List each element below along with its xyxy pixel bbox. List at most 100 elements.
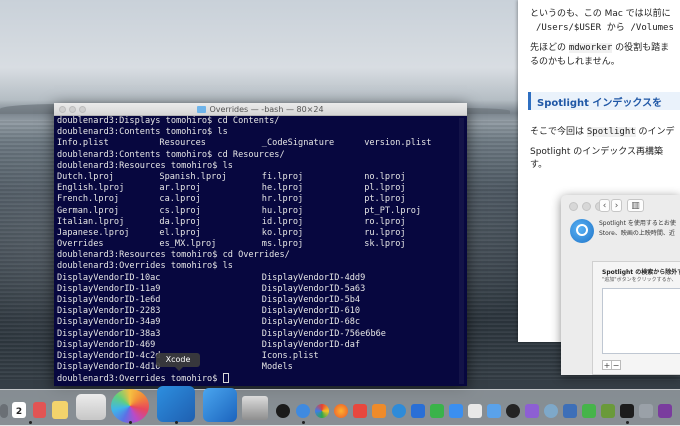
forward-button[interactable]: › — [611, 199, 622, 212]
utility-icon[interactable] — [563, 404, 577, 418]
article-paragraph: るのかもしれません。 — [530, 56, 620, 69]
terminal-line: DisplayVendorID-38a3 DisplayVendorID-756e… — [57, 329, 458, 340]
terminal-cell: Spanish.lproj — [159, 172, 226, 183]
terminal-line: Info.plistResources_CodeSignatureversion… — [57, 138, 458, 149]
dock-app-icon[interactable] — [0, 404, 8, 418]
finder-window-icon[interactable] — [487, 404, 501, 418]
terminal-cell: DisplayVendorID-4c2d — [57, 351, 160, 362]
terminal-cell: DisplayVendorID-68c — [262, 317, 360, 328]
terminal-cell: Info.plist — [57, 138, 109, 149]
terminal-titlebar[interactable]: Overrides — -bash — 80×24 — [54, 103, 467, 116]
itunes-icon[interactable] — [392, 404, 406, 418]
terminal-cell: sk.lproj — [364, 239, 405, 250]
instruments-icon[interactable] — [203, 388, 237, 422]
sublime-icon[interactable] — [601, 404, 615, 418]
terminal-cell: DisplayVendorID-5a63 — [262, 284, 365, 295]
terminal-line: DisplayVendorID-469DisplayVendorID-daf — [57, 340, 458, 351]
terminal-cell: DisplayVendorID-469 — [57, 340, 155, 351]
close-button[interactable] — [569, 202, 578, 211]
printer-icon[interactable] — [242, 396, 268, 420]
chrome-icon[interactable] — [315, 404, 329, 418]
terminal-cell: DisplayVendorID-5b4 — [262, 295, 360, 306]
terminal-line: French.lprojca.lprojhr.lprojpt.lprojtr.l… — [57, 194, 458, 205]
photos-icon[interactable] — [111, 389, 149, 423]
terminal-line: DisplayVendorID-2283 DisplayVendorID-610 — [57, 306, 458, 317]
music-icon[interactable] — [353, 404, 367, 418]
terminal-line: doublenard3:Resources tomohiro$ cd Overr… — [57, 250, 458, 261]
section-heading: Spotlight インデックスを — [528, 92, 680, 110]
terminal-cell: ru.lproj — [364, 228, 405, 239]
excluded-folders-list[interactable] — [602, 288, 680, 354]
calendar-icon[interactable]: 2 — [12, 402, 26, 418]
terminal-cell: DisplayVendorID-4dd9 — [262, 273, 365, 284]
spotlight-icon — [570, 219, 594, 243]
network-icon[interactable] — [544, 404, 558, 418]
minimize-button[interactable] — [582, 202, 591, 211]
terminal-line: doublenard3:Resources tomohiro$ ls — [57, 161, 458, 172]
article-paragraph: そこで今回は Spotlight のインデ — [530, 126, 675, 139]
terminal-cell: no.lproj — [364, 172, 405, 183]
terminal-cell: DisplayVendorID-610 — [262, 306, 360, 317]
terminal-cell: Italian.lproj — [57, 217, 124, 228]
terminal-cell: Icons.plist — [262, 351, 319, 362]
terminal-cell: Japanese.lproj — [57, 228, 129, 239]
privacy-title: Spotlight の検索から除外す — [602, 267, 680, 276]
xcode-icon[interactable] — [157, 386, 195, 422]
numbers-icon[interactable] — [430, 404, 444, 418]
terminal-icon[interactable] — [620, 404, 634, 418]
terminal-cell: da.lproj — [159, 217, 200, 228]
terminal-cell: ms.lproj — [262, 239, 303, 250]
terminal-cell: cs.lproj — [159, 206, 200, 217]
evernote-icon[interactable] — [582, 404, 596, 418]
github-icon[interactable] — [506, 404, 520, 418]
terminal-cell: doublenard3:Resources tomohiro$ cd Overr… — [57, 250, 290, 261]
onenote-icon[interactable] — [658, 404, 672, 418]
terminal-cell: DisplayVendorID-34a9 — [57, 317, 160, 328]
terminal-cell: DisplayVendorID-38a3 — [57, 329, 160, 340]
terminal-cell: pt.lproj — [364, 194, 405, 205]
privacy-panel: Spotlight の検索から除外す "追加"ボタンをクリックするか、 + − — [592, 261, 680, 375]
running-indicator — [29, 421, 32, 424]
terminal-cell: pt_PT.lproj — [364, 206, 421, 217]
image-capture-icon[interactable] — [468, 404, 482, 418]
terminal-cell: DisplayVendorID-756e6b6e — [262, 329, 386, 340]
terminal-line: DisplayVendorID-34a9 DisplayVendorID-68c — [57, 317, 458, 328]
terminal-cell: French.lproj — [57, 194, 119, 205]
reminders-icon[interactable] — [33, 402, 46, 418]
help-icon[interactable] — [639, 404, 653, 418]
keynote-icon[interactable] — [411, 404, 425, 418]
article-paragraph: /Users/$USER から /Volumes — [536, 22, 674, 35]
safari-icon[interactable] — [296, 404, 310, 418]
terminal-line: English.lprojar.lprojhe.lprojpl.lprojth.… — [57, 183, 458, 194]
terminal-cell: DisplayVendorID-2283 — [57, 306, 160, 317]
atom-icon[interactable] — [525, 404, 539, 418]
article-paragraph: 先ほどの mdworker の役割も踏ま — [530, 42, 669, 55]
terminal-cell: pl.lproj — [364, 183, 405, 194]
terminal-cell: ko.lproj — [262, 228, 303, 239]
terminal-line: DisplayVendorID-4c2d Icons.plist — [57, 351, 458, 362]
terminal-cell: DisplayVendorID-11a9 — [57, 284, 160, 295]
terminal-scrollbar[interactable] — [459, 118, 464, 384]
terminal-line: doublenard3:Displays tomohiro$ cd Conten… — [57, 116, 458, 127]
terminal-output[interactable]: doublenard3:Displays tomohiro$ cd Conten… — [57, 116, 458, 384]
notes-icon[interactable] — [52, 401, 68, 419]
terminal-cell: doublenard3:Displays tomohiro$ cd Conten… — [57, 116, 279, 127]
show-all-grid-button[interactable]: ▥ — [627, 199, 644, 212]
preview-icon[interactable] — [76, 394, 106, 420]
books-icon[interactable] — [372, 404, 386, 418]
terminal-cell: Dutch.lproj — [57, 172, 114, 183]
remove-folder-button[interactable]: − — [611, 360, 621, 370]
app-store-icon[interactable] — [449, 404, 463, 418]
spotlight-preferences-window: ‹ › ▥ Spotlight を使用するとお使 Store、映画の上映時間、近… — [561, 195, 680, 375]
terminal-line: doublenard3:Contents tomohiro$ cd Resour… — [57, 150, 458, 161]
terminal-cell: Overrides — [57, 239, 104, 250]
back-button[interactable]: ‹ — [599, 199, 610, 212]
terminal-window[interactable]: Overrides — -bash — 80×24 doublenard3:Di… — [54, 103, 467, 386]
running-indicator — [129, 421, 132, 424]
running-indicator — [175, 421, 178, 424]
terminal-prompt[interactable]: doublenard3:Overrides tomohiro$ — [57, 373, 458, 384]
firefox-icon[interactable] — [334, 404, 348, 418]
terminal-cell: hu.lproj — [262, 206, 303, 217]
terminal-cell: ar.lproj — [159, 183, 200, 194]
camera-icon[interactable] — [276, 404, 290, 418]
